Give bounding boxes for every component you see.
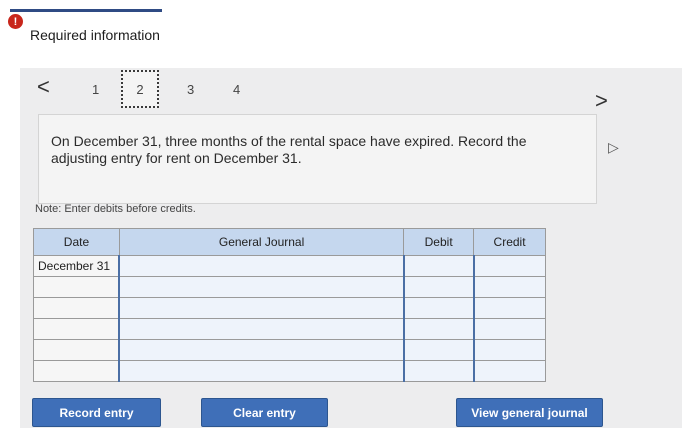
date-cell[interactable]: [33, 318, 120, 340]
table-row: December 31: [33, 255, 546, 277]
account-input[interactable]: [118, 297, 405, 319]
next-icon[interactable]: >: [595, 88, 608, 114]
date-cell[interactable]: December 31: [33, 255, 120, 277]
table-row: [33, 276, 546, 298]
step-3[interactable]: 3: [187, 82, 194, 97]
credit-input[interactable]: [472, 255, 546, 277]
date-cell[interactable]: [33, 297, 120, 319]
credit-input[interactable]: [472, 276, 546, 298]
account-input[interactable]: [118, 276, 405, 298]
record-entry-button[interactable]: Record entry: [32, 398, 161, 427]
credit-input[interactable]: [472, 360, 546, 382]
date-cell[interactable]: [33, 339, 120, 361]
question-panel: < 1 2 3 4 > On December 31, three months…: [20, 68, 682, 428]
account-input[interactable]: [118, 339, 405, 361]
question-text: On December 31, three months of the rent…: [51, 133, 527, 166]
debit-input[interactable]: [402, 297, 475, 319]
account-input[interactable]: [118, 318, 405, 340]
credit-input[interactable]: [472, 318, 546, 340]
date-header: Date: [33, 228, 120, 256]
credit-input[interactable]: [472, 297, 546, 319]
view-general-journal-button[interactable]: View general journal: [456, 398, 603, 427]
table-row: [33, 318, 546, 340]
table-row: [33, 339, 546, 361]
table-row: [33, 360, 546, 382]
journal-table: Date General Journal Debit Credit Decemb…: [33, 228, 546, 382]
debit-input[interactable]: [402, 255, 475, 277]
account-input[interactable]: [118, 360, 405, 382]
debit-input[interactable]: [402, 339, 475, 361]
debit-input[interactable]: [402, 318, 475, 340]
account-input[interactable]: [118, 255, 405, 277]
date-cell[interactable]: [33, 360, 120, 382]
debit-input[interactable]: [402, 360, 475, 382]
step-1[interactable]: 1: [92, 82, 99, 97]
journal-header-row: Date General Journal Debit Credit: [33, 228, 546, 256]
table-row: [33, 297, 546, 319]
step-4[interactable]: 4: [233, 82, 240, 97]
previous-icon[interactable]: <: [37, 74, 50, 100]
mouse-cursor-icon: ▷: [608, 139, 619, 155]
credit-input[interactable]: [472, 339, 546, 361]
general-journal-header: General Journal: [118, 228, 405, 256]
question-box: On December 31, three months of the rent…: [38, 114, 597, 204]
note-text: Note: Enter debits before credits.: [35, 203, 196, 215]
debit-header: Debit: [403, 228, 475, 256]
date-cell[interactable]: [33, 276, 120, 298]
debit-input[interactable]: [402, 276, 475, 298]
clear-entry-button[interactable]: Clear entry: [201, 398, 328, 427]
credit-header: Credit: [473, 228, 546, 256]
page-title: Required information: [30, 27, 160, 43]
step-2[interactable]: 2: [121, 70, 159, 108]
top-divider: [10, 9, 162, 12]
alert-icon: !: [8, 14, 23, 29]
